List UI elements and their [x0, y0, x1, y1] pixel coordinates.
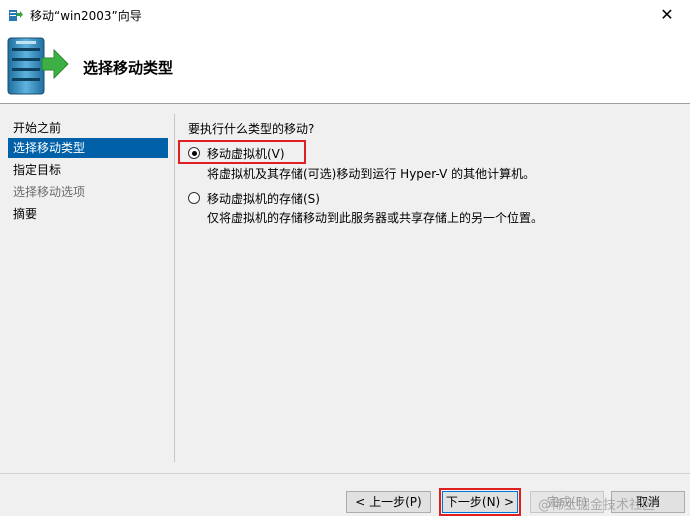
nav-item-specify-destination[interactable]: 指定目标	[8, 160, 168, 180]
page-title: 选择移动类型	[83, 59, 174, 77]
nav-item-summary[interactable]: 摘要	[8, 204, 168, 224]
radio-label-move-storage[interactable]: 移动虚拟机的存储(S)	[207, 190, 320, 207]
option-description-move-storage: 仅将虚拟机的存储移动到此服务器或共享存储上的另一个位置。	[207, 211, 544, 225]
nav-item-choose-move-type[interactable]: 选择移动类型	[8, 138, 168, 158]
title-bar: 移动“win2003”向导 ✕	[0, 0, 690, 30]
nav-divider	[174, 114, 175, 462]
close-icon: ✕	[660, 5, 674, 24]
nav-item-before-you-begin[interactable]: 开始之前	[8, 118, 168, 138]
wizard-banner: 选择移动类型	[0, 30, 690, 104]
cancel-button[interactable]: 取消	[611, 491, 685, 513]
radio-button-checked[interactable]	[188, 147, 200, 159]
nav-item-choose-move-options: 选择移动选项	[13, 185, 86, 199]
server-migrate-icon	[7, 37, 69, 95]
move-type-question: 要执行什么类型的移动?	[188, 122, 315, 136]
next-button[interactable]: 下一步(N) >	[442, 491, 518, 513]
finish-button: 完成(F)	[530, 491, 604, 513]
main-content: 要执行什么类型的移动? 移动虚拟机(V) 将虚拟机及其存储(可选)移动到运行 H…	[176, 104, 690, 464]
footer-divider	[0, 473, 690, 474]
radio-button-unchecked[interactable]	[188, 192, 200, 204]
option-description-move-vm: 将虚拟机及其存储(可选)移动到运行 Hyper-V 的其他计算机。	[207, 167, 536, 181]
close-button[interactable]: ✕	[644, 0, 690, 30]
radio-label-move-vm[interactable]: 移动虚拟机(V)	[207, 145, 285, 162]
window-title: 移动“win2003”向导	[30, 9, 142, 23]
previous-button[interactable]: < 上一步(P)	[346, 491, 431, 513]
wizard-steps-nav: 开始之前 选择移动类型 指定目标 选择移动选项 摘要	[0, 104, 172, 464]
app-icon	[9, 10, 23, 21]
